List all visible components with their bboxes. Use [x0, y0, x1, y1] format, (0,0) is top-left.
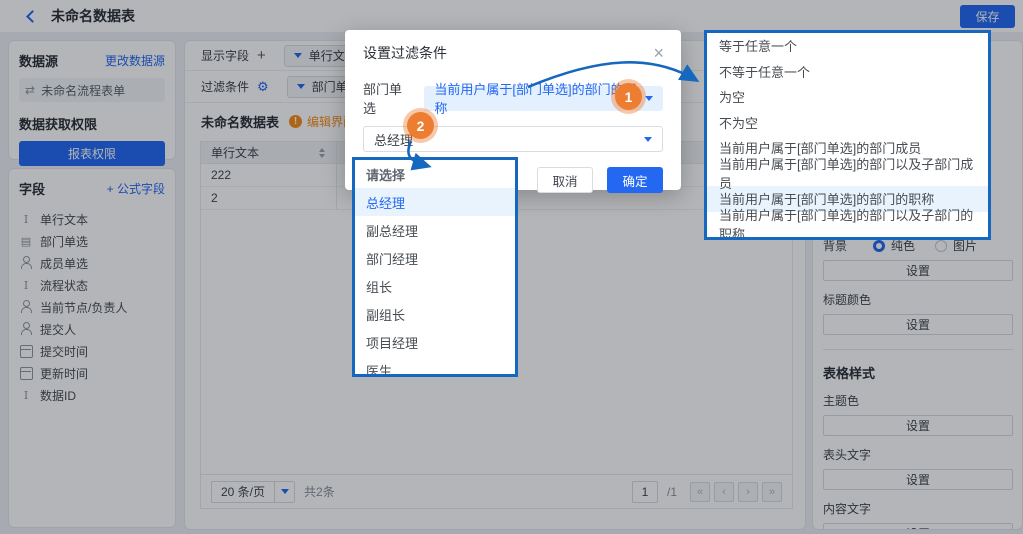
condition-value: 当前用户属于[部门单选]的部门的职称 — [434, 79, 638, 117]
role-option-placeholder[interactable]: 请选择 — [355, 160, 515, 188]
step-2-badge: 2 — [407, 112, 434, 139]
cancel-button[interactable]: 取消 — [537, 167, 593, 193]
modal-field-label: 部门单选 — [363, 79, 412, 117]
role-option[interactable]: 组长 — [355, 272, 515, 300]
condition-option[interactable]: 不等于任意一个 — [707, 59, 988, 85]
role-option[interactable]: 副总经理 — [355, 216, 515, 244]
condition-option[interactable]: 当前用户属于[部门单选]的部门以及子部门的职称 — [707, 212, 988, 238]
condition-option[interactable]: 等于任意一个 — [707, 33, 988, 59]
condition-option[interactable]: 当前用户属于[部门单选]的部门以及子部门成员 — [707, 161, 988, 187]
role-option[interactable]: 副组长 — [355, 300, 515, 328]
role-value: 总经理 — [374, 130, 413, 149]
condition-dropdown: 等于任意一个 不等于任意一个 为空 不为空 当前用户属于[部门单选]的部门成员 … — [704, 30, 991, 240]
role-dropdown: 请选择 总经理 副总经理 部门经理 组长 副组长 项目经理 医生 — [352, 157, 518, 377]
role-option[interactable]: 项目经理 — [355, 328, 515, 356]
chevron-down-icon — [645, 96, 653, 101]
condition-option[interactable]: 不为空 — [707, 110, 988, 136]
role-option-selected[interactable]: 总经理 — [355, 188, 515, 216]
chevron-down-icon — [644, 137, 652, 142]
condition-option[interactable]: 为空 — [707, 84, 988, 110]
page: 未命名数据表 保存 数据源 更改数据源 ⇄ 未命名流程表单 数据获取权限 报表权… — [0, 0, 1023, 534]
close-icon[interactable]: × — [653, 46, 664, 60]
confirm-button[interactable]: 确定 — [607, 167, 663, 193]
role-option[interactable]: 部门经理 — [355, 244, 515, 272]
modal-title: 设置过滤条件 — [363, 43, 447, 63]
role-option[interactable]: 医生 — [355, 356, 515, 377]
step-1-badge: 1 — [615, 83, 642, 110]
